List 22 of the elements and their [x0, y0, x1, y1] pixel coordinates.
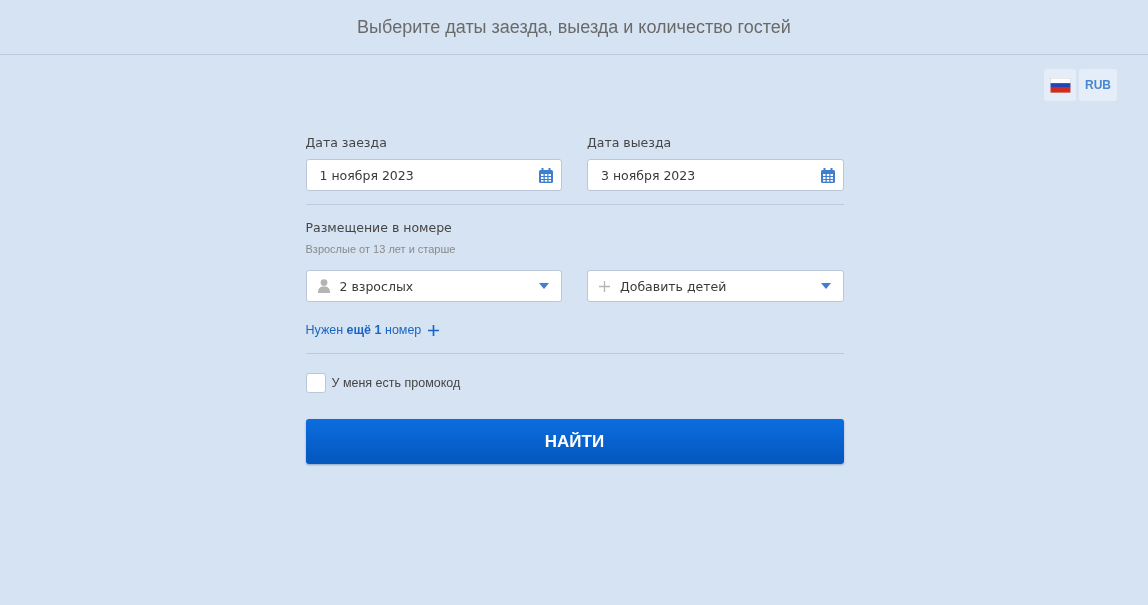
calendar-icon: [820, 167, 835, 183]
guest-select[interactable]: 2 взрослых: [305, 270, 562, 302]
flag-icon: [1049, 77, 1071, 93]
date-field[interactable]: 3 ноября 2023: [587, 159, 844, 191]
person-icon: [317, 279, 330, 293]
promo-label[interactable]: У меня есть промокод: [331, 376, 461, 390]
calendar-icon: [539, 167, 553, 183]
language-button[interactable]: [1044, 69, 1076, 101]
add-room-link[interactable]: Нужен ещё 1 номер: [305, 322, 440, 338]
field-label: Дата выезда: [587, 134, 672, 152]
promo-checkbox[interactable]: [305, 373, 326, 393]
field-label: Дата заезда: [305, 134, 387, 152]
guest-select[interactable]: Добавить детей: [587, 270, 844, 302]
page-title: Выберите даты заезда, выезда и количество гостей: [357, 16, 791, 39]
plus-icon: [599, 280, 610, 292]
caret-icon: [539, 283, 549, 289]
section-title: Размещение в номере: [305, 219, 453, 237]
plus-icon: [428, 324, 440, 336]
caret-icon: [820, 283, 831, 289]
date-field[interactable]: 1 ноября 2023: [305, 159, 562, 191]
search-button[interactable]: НАЙТИ: [305, 419, 844, 464]
age-hint: Взрослые от 13 лет и старше: [305, 242, 457, 256]
